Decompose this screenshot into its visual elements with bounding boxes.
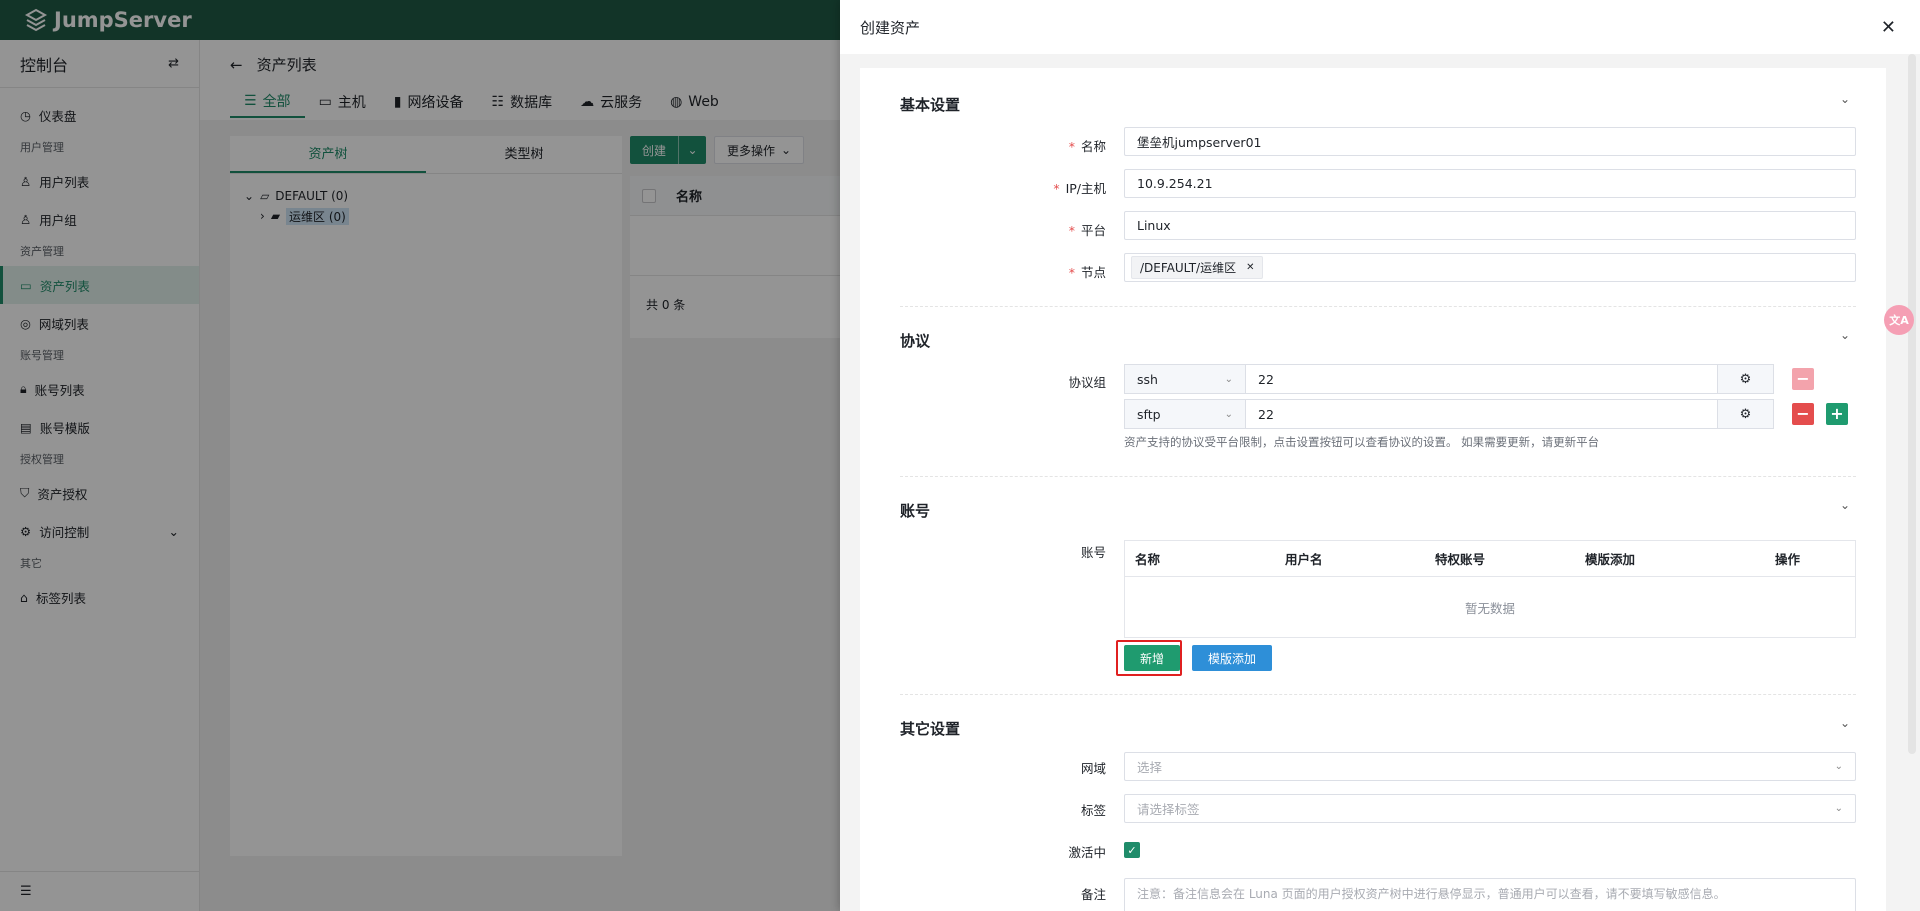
ip-input-value: 10.9.254.21 bbox=[1137, 176, 1213, 191]
protocol-select-value: ssh bbox=[1137, 371, 1158, 387]
chevron-down-icon: ⌄ bbox=[1834, 803, 1843, 814]
column-header: 模版添加 bbox=[1585, 552, 1636, 567]
node-select[interactable]: /DEFAULT/运维区 ✕ bbox=[1124, 253, 1856, 282]
comment-placeholder: 注意：备注信息会在 Luna 页面的用户授权资产树中进行悬停显示，普通用户可以查… bbox=[1137, 887, 1726, 901]
protocol-select[interactable]: ssh ⌄ bbox=[1124, 364, 1246, 394]
protocol-select[interactable]: sftp ⌄ bbox=[1124, 399, 1246, 429]
chevron-down-icon[interactable]: ⌄ bbox=[1840, 92, 1850, 106]
port-input-value: 22 bbox=[1258, 406, 1274, 422]
account-table-header: 名称 用户名 特权账号 模版添加 操作 bbox=[1125, 541, 1855, 577]
template-add-button[interactable]: 模版添加 bbox=[1192, 645, 1273, 671]
chevron-down-icon: ⌄ bbox=[1834, 761, 1843, 772]
chevron-down-icon[interactable]: ⌄ bbox=[1840, 716, 1850, 730]
column-header: 用户名 bbox=[1285, 552, 1323, 567]
node-tag: /DEFAULT/运维区 ✕ bbox=[1131, 256, 1264, 279]
account-table: 名称 用户名 特权账号 模版添加 操作 暂无数据 bbox=[1124, 540, 1856, 638]
section-divider bbox=[900, 476, 1856, 477]
minus-icon: − bbox=[1796, 369, 1810, 388]
remove-protocol-button[interactable]: − bbox=[1792, 403, 1814, 425]
protocol-select-value: sftp bbox=[1137, 406, 1161, 422]
gear-icon: ⚙ bbox=[1739, 371, 1752, 387]
remove-protocol-button-disabled[interactable]: − bbox=[1792, 368, 1814, 390]
drawer-header: 创建资产 ✕ bbox=[840, 0, 1920, 54]
name-input-value: 堡垒机jumpserver01 bbox=[1137, 135, 1262, 150]
labels-label: 标签 bbox=[1080, 803, 1106, 818]
chevron-down-icon: ⌄ bbox=[1224, 408, 1233, 420]
tag-close-icon[interactable]: ✕ bbox=[1246, 262, 1254, 273]
section-divider bbox=[900, 694, 1856, 695]
port-input[interactable]: 22 bbox=[1246, 399, 1718, 429]
account-label: 账号 bbox=[1080, 545, 1106, 560]
labels-placeholder: 请选择标签 bbox=[1137, 802, 1200, 817]
translate-icon: 文A bbox=[1889, 314, 1909, 327]
section-divider bbox=[900, 306, 1856, 307]
add-account-button[interactable]: 新增 bbox=[1124, 645, 1181, 671]
plus-icon: + bbox=[1830, 404, 1844, 423]
port-input-value: 22 bbox=[1258, 371, 1274, 387]
protocol-row: ssh ⌄ 22 ⚙ bbox=[1124, 364, 1774, 394]
translate-float-button[interactable]: 文A bbox=[1884, 305, 1914, 335]
create-asset-drawer: 创建资产 ✕ 基本设置 ⌄ * 名称 堡垒机jumpserver01 * IP/主机… bbox=[840, 0, 1920, 911]
comment-textarea[interactable]: 注意：备注信息会在 Luna 页面的用户授权资产树中进行悬停显示，普通用户可以查… bbox=[1124, 878, 1856, 911]
chevron-down-icon: ⌄ bbox=[1224, 373, 1233, 385]
protocol-group-label: 协议组 bbox=[1068, 375, 1106, 390]
minus-icon: − bbox=[1796, 404, 1810, 423]
column-header: 名称 bbox=[1135, 552, 1161, 567]
domain-placeholder: 选择 bbox=[1137, 760, 1163, 775]
modal-overlay[interactable] bbox=[0, 0, 840, 911]
add-protocol-button[interactable]: + bbox=[1826, 403, 1848, 425]
close-icon[interactable]: ✕ bbox=[1881, 17, 1896, 38]
platform-label: * 平台 bbox=[1068, 223, 1106, 238]
labels-select[interactable]: 请选择标签 ⌄ bbox=[1124, 794, 1856, 823]
empty-state: 暂无数据 bbox=[1464, 600, 1515, 616]
section-title-protocol: 协议 bbox=[900, 332, 931, 350]
node-tag-label: /DEFAULT/运维区 bbox=[1140, 261, 1237, 275]
protocol-settings-button[interactable]: ⚙ bbox=[1718, 399, 1774, 429]
protocol-row: sftp ⌄ 22 ⚙ bbox=[1124, 399, 1774, 429]
ip-input[interactable]: 10.9.254.21 bbox=[1124, 169, 1856, 198]
section-title-other: 其它设置 bbox=[900, 720, 961, 738]
chevron-down-icon[interactable]: ⌄ bbox=[1840, 498, 1850, 512]
gear-icon: ⚙ bbox=[1739, 406, 1752, 422]
section-title-account: 账号 bbox=[900, 502, 931, 520]
chevron-down-icon[interactable]: ⌄ bbox=[1840, 328, 1850, 342]
active-checkbox[interactable]: ✓ bbox=[1124, 842, 1140, 858]
protocol-hint: 资产支持的协议受平台限制，点击设置按钮可以查看协议的设置。 如果需要更新，请更新… bbox=[1124, 435, 1600, 449]
domain-select[interactable]: 选择 ⌄ bbox=[1124, 752, 1856, 781]
name-input[interactable]: 堡垒机jumpserver01 bbox=[1124, 127, 1856, 156]
active-label: 激活中 bbox=[1068, 845, 1106, 860]
comment-label: 备注 bbox=[1080, 887, 1106, 902]
column-header: 特权账号 bbox=[1435, 552, 1486, 567]
node-label: * 节点 bbox=[1068, 265, 1106, 280]
port-input[interactable]: 22 bbox=[1246, 364, 1718, 394]
name-label: * 名称 bbox=[1068, 139, 1106, 154]
drawer-title: 创建资产 bbox=[860, 18, 921, 37]
section-title-basic: 基本设置 bbox=[900, 96, 961, 114]
ip-label: * IP/主机 bbox=[1053, 181, 1106, 196]
protocol-settings-button[interactable]: ⚙ bbox=[1718, 364, 1774, 394]
check-icon: ✓ bbox=[1127, 843, 1137, 857]
drawer-form: 基本设置 ⌄ * 名称 堡垒机jumpserver01 * IP/主机 10.9.2… bbox=[860, 68, 1886, 911]
platform-input[interactable]: Linux bbox=[1124, 211, 1856, 240]
column-header: 操作 bbox=[1775, 552, 1801, 567]
domain-label: 网域 bbox=[1080, 761, 1106, 776]
drawer-scrollbar[interactable] bbox=[1908, 54, 1916, 754]
platform-input-value: Linux bbox=[1137, 218, 1171, 233]
